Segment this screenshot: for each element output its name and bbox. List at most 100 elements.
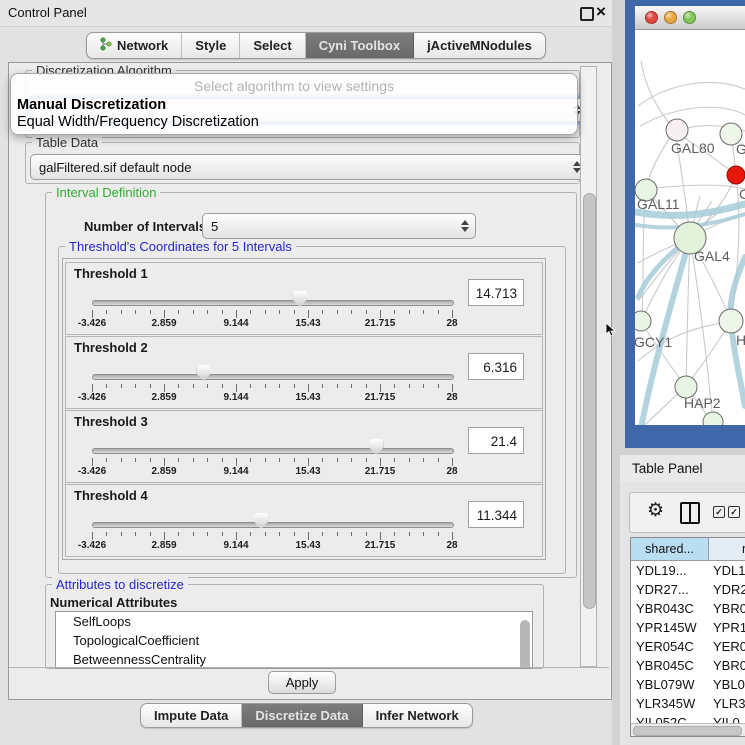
network-node[interactable] xyxy=(719,309,743,333)
slider-tick xyxy=(265,532,266,536)
table-hscrollbar[interactable] xyxy=(631,723,745,737)
table-header-na[interactable]: na xyxy=(709,538,745,561)
table-row[interactable]: YLR345WYLR3 xyxy=(631,694,745,713)
gear-icon[interactable]: ⚙ xyxy=(647,499,664,522)
tab-style[interactable]: Style xyxy=(182,33,240,58)
numerical-attributes-list[interactable]: SelfLoopsTopologicalCoefficientBetweenne… xyxy=(55,611,533,669)
interval-definition-title: Interval Definition xyxy=(52,185,160,200)
threshold-value-input[interactable]: 21.4 xyxy=(468,427,524,454)
close-icon[interactable]: × xyxy=(596,2,606,22)
network-edge[interactable] xyxy=(638,82,745,106)
checkbox-icon[interactable]: ✓ xyxy=(713,506,725,518)
network-window-titlebar[interactable] xyxy=(635,6,745,30)
popup-option-equal-width-frequency-discretization[interactable]: Equal Width/Frequency Discretization xyxy=(11,114,577,131)
tab-network[interactable]: Network xyxy=(87,33,182,58)
network-node-label: GAL4 xyxy=(694,248,730,264)
table-row[interactable]: YDL19...YDL1 xyxy=(631,561,745,580)
slider-tick xyxy=(164,458,165,466)
threshold-value-input[interactable]: 11.344 xyxy=(468,501,524,528)
tab-discretize-data[interactable]: Discretize Data xyxy=(242,704,362,727)
threshold-label: Threshold 3 xyxy=(74,414,148,429)
network-node-label: GAL80 xyxy=(671,140,715,156)
slider-tick xyxy=(438,458,439,462)
slider-tick xyxy=(394,532,395,536)
slider-tick xyxy=(193,532,194,536)
table-row[interactable]: YBR045CYBR0 xyxy=(631,656,745,675)
tab-select[interactable]: Select xyxy=(240,33,305,58)
table-cell: YBL079W xyxy=(636,677,695,692)
slider-tick-label: 28 xyxy=(422,318,482,329)
table-panel-titlebar: Table Panel xyxy=(620,455,745,483)
float-icon[interactable] xyxy=(580,7,594,21)
tab-infer-network[interactable]: Infer Network xyxy=(363,704,472,727)
minimize-traffic-light-icon[interactable] xyxy=(664,11,677,24)
table-data-combo[interactable]: galFiltered.sif default node xyxy=(30,154,588,180)
table-cell: YDR2 xyxy=(713,582,745,597)
num-intervals-combo[interactable]: 5 xyxy=(202,213,476,239)
slider-tick xyxy=(452,310,453,318)
slider-track[interactable] xyxy=(92,522,454,528)
table-header-shared-[interactable]: shared... xyxy=(631,538,709,561)
tab-impute-data[interactable]: Impute Data xyxy=(141,704,242,727)
zoom-traffic-light-icon[interactable] xyxy=(683,11,696,24)
slider-tick xyxy=(409,532,410,536)
table-row[interactable]: YDR27...YDR2 xyxy=(631,580,745,599)
table-hscrollbar-thumb[interactable] xyxy=(633,726,742,736)
slider-tick-label: -3.426 xyxy=(62,392,122,403)
attributes-group-title: Attributes to discretize xyxy=(52,577,188,592)
tab-jactivemnodules[interactable]: jActiveMNodules xyxy=(414,33,545,58)
slider-tick xyxy=(135,532,136,536)
network-view-window[interactable]: GAL80GAGAL11CGAL4GCY1HHAP2 xyxy=(635,6,745,425)
table-row[interactable]: YBR043CYBR0 xyxy=(631,599,745,618)
slider-tick xyxy=(308,458,309,466)
slider-tick xyxy=(294,310,295,314)
table-row[interactable]: YBL079WYBL0 xyxy=(631,675,745,694)
slider-tick-label: 28 xyxy=(422,392,482,403)
slider-tick xyxy=(207,458,208,462)
panel-scrollbar-thumb[interactable] xyxy=(583,193,596,609)
threshold-value-input[interactable]: 14.713 xyxy=(468,279,524,306)
threshold-value-input[interactable]: 6.316 xyxy=(468,353,524,380)
checkbox-icon[interactable]: ✓ xyxy=(728,506,740,518)
slider-tick xyxy=(322,458,323,462)
network-node[interactable] xyxy=(727,166,745,184)
slider-tick xyxy=(423,384,424,388)
popup-option-manual-discretization[interactable]: Manual Discretization xyxy=(11,97,577,114)
attribute-item-selfloops[interactable]: SelfLoops xyxy=(56,612,532,631)
network-node-label: GCY1 xyxy=(635,334,672,350)
network-node[interactable] xyxy=(666,119,688,141)
slider-tick-label: 15.43 xyxy=(278,466,338,477)
slider-tick xyxy=(380,310,381,318)
network-canvas[interactable]: GAL80GAGAL11CGAL4GCY1HHAP2 xyxy=(635,30,745,425)
columns-icon[interactable] xyxy=(680,502,700,524)
table-data-combo-value: galFiltered.sif default node xyxy=(39,160,191,175)
slider-tick xyxy=(236,532,237,540)
top-tab-bar: NetworkStyleSelect Cyni Toolbox jActiveMNo… xyxy=(86,32,546,59)
node-attribute-table[interactable]: shared...na YDL19...YDL1YDR27...YDR2YBR0… xyxy=(630,537,745,737)
slider-track[interactable] xyxy=(92,448,454,454)
close-traffic-light-icon[interactable] xyxy=(645,11,658,24)
table-row[interactable]: YPR145WYPR1 xyxy=(631,618,745,637)
slider-tick xyxy=(279,532,280,536)
slider-tick-label: 2.859 xyxy=(134,466,194,477)
slider-tick xyxy=(222,310,223,314)
attribute-item-topologicalcoefficient[interactable]: TopologicalCoefficient xyxy=(56,631,532,650)
table-row[interactable]: YER054CYER0 xyxy=(631,637,745,656)
apply-button[interactable]: Apply xyxy=(268,671,336,694)
slider-tick xyxy=(409,384,410,388)
tab-cyni-toolbox[interactable]: Cyni Toolbox xyxy=(306,33,414,58)
slider-tick xyxy=(279,458,280,462)
tab-label: Cyni Toolbox xyxy=(319,38,400,53)
slider-tick xyxy=(106,458,107,462)
slider-tick xyxy=(423,458,424,462)
network-edge[interactable] xyxy=(641,61,675,131)
network-node[interactable] xyxy=(635,311,651,331)
network-node-label: C xyxy=(739,186,745,202)
slider-track[interactable] xyxy=(92,374,454,380)
slider-tick xyxy=(121,458,122,462)
panel-scrollbar[interactable] xyxy=(580,66,597,667)
slider-tick xyxy=(366,384,367,388)
list-scrollbar[interactable] xyxy=(520,620,530,669)
slider-track[interactable] xyxy=(92,300,454,306)
slider-tick xyxy=(193,310,194,314)
